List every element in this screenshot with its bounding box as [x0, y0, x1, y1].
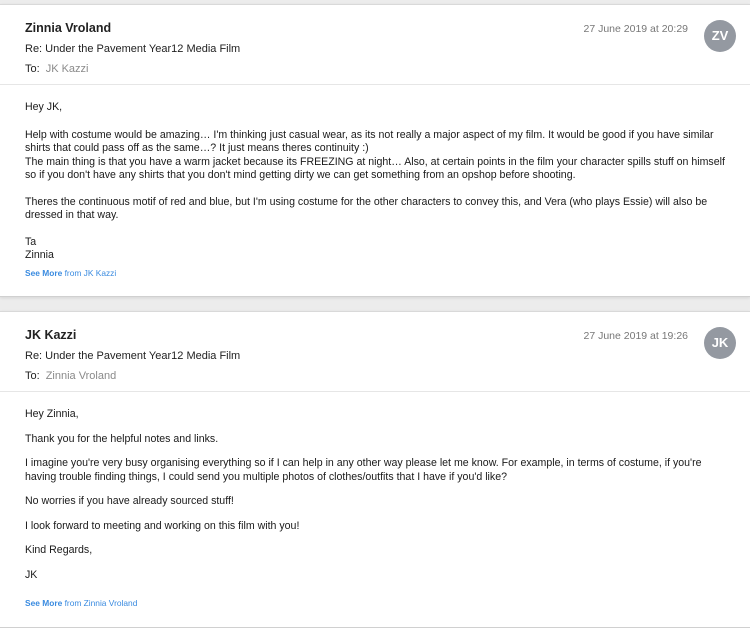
body-paragraph: Theres the continuous motif of red and b…: [25, 195, 708, 222]
recipient-name[interactable]: JK Kazzi: [46, 63, 89, 75]
sender-avatar: JK: [704, 327, 736, 359]
see-more-label[interactable]: See More: [25, 598, 62, 608]
see-more-link[interactable]: See More from JK Kazzi: [25, 268, 116, 278]
to-label: To:: [25, 63, 40, 75]
body-signoff: Kind Regards,: [25, 544, 93, 556]
sender-avatar: ZV: [704, 20, 736, 52]
sent-date: 27 June 2019 at 20:29: [583, 23, 688, 35]
see-more-from[interactable]: from JK Kazzi: [65, 268, 117, 278]
body-signoff: Ta: [25, 235, 37, 248]
email-subject: Re: Under the Pavement Year12 Media Film: [25, 43, 241, 55]
body-signature: JK: [25, 568, 38, 581]
email-message-1: Zinnia Vroland 27 June 2019 at 20:29 ZV …: [0, 4, 750, 297]
recipient-line: To: JK Kazzi: [25, 63, 88, 75]
see-more-from[interactable]: from Zinnia Vroland: [65, 598, 138, 608]
body-greeting: Hey Zinnia,: [25, 408, 79, 420]
sender-name: JK Kazzi: [25, 328, 77, 342]
header-divider: [0, 391, 750, 392]
see-more-link[interactable]: See More from Zinnia Vroland: [25, 598, 137, 608]
body-paragraph: I imagine you're very busy organising ev…: [25, 457, 702, 483]
email-message-2: JK Kazzi 27 June 2019 at 19:26 JK Re: Un…: [0, 311, 750, 628]
recipient-line: To: Zinnia Vroland: [25, 370, 116, 382]
body-greeting: Hey JK,: [25, 101, 63, 113]
body-paragraph: I look forward to meeting and working on…: [25, 519, 300, 532]
body-paragraph: Thank you for the helpful notes and link…: [25, 432, 219, 445]
sent-date: 27 June 2019 at 19:26: [583, 330, 688, 342]
body-paragraph: No worries if you have already sourced s…: [25, 495, 234, 507]
body-paragraph: The main thing is that you have a warm j…: [25, 155, 725, 182]
email-subject: Re: Under the Pavement Year12 Media Film: [25, 350, 241, 362]
to-label: To:: [25, 370, 40, 382]
email-body: Hey Zinnia, Thank you for the helpful no…: [25, 408, 725, 582]
sender-name: Zinnia Vroland: [25, 21, 112, 35]
see-more-label[interactable]: See More: [25, 268, 62, 278]
body-signature: Zinnia: [25, 249, 54, 261]
email-body: Hey JK, Help with costume would be amazi…: [25, 101, 725, 263]
body-paragraph: Help with costume would be amazing… I'm …: [25, 128, 714, 155]
recipient-name[interactable]: Zinnia Vroland: [46, 370, 117, 382]
header-divider: [0, 84, 750, 85]
